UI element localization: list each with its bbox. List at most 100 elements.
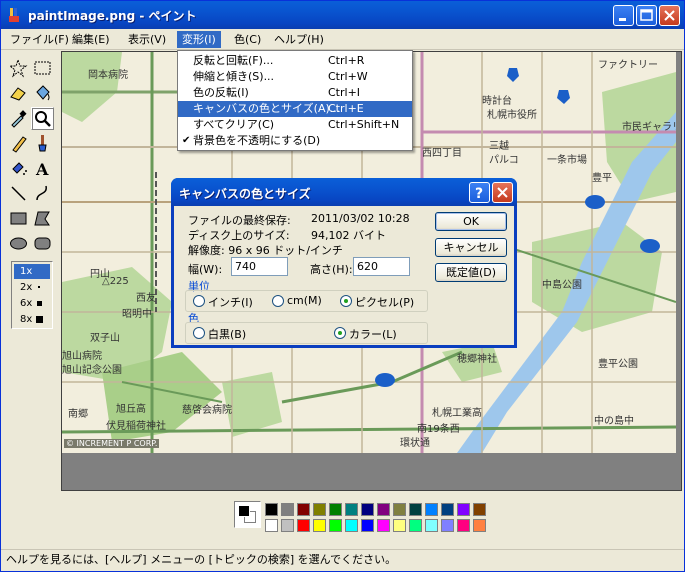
palette-swatch[interactable] xyxy=(425,519,438,532)
color-color-radio[interactable] xyxy=(334,327,346,339)
curve-tool[interactable] xyxy=(31,182,54,205)
map-label: 南郷 xyxy=(68,409,88,420)
color-bw-radio[interactable] xyxy=(193,327,205,339)
magnifier-tool[interactable] xyxy=(31,107,54,130)
menu-canvas-attributes[interactable]: キャンバスの色とサイズ(A)... Ctrl+E xyxy=(178,101,412,117)
palette-swatch[interactable] xyxy=(377,519,390,532)
palette-swatch[interactable] xyxy=(345,519,358,532)
color-bw-label: 白黒(B) xyxy=(208,328,247,341)
default-button[interactable]: 既定値(D) xyxy=(435,263,507,282)
palette-swatch[interactable] xyxy=(297,503,310,516)
palette-swatch[interactable] xyxy=(473,503,486,516)
current-colors[interactable] xyxy=(234,501,261,528)
zoom-1x[interactable]: 1x xyxy=(14,264,50,279)
ok-button[interactable]: OK xyxy=(435,212,507,231)
minimize-icon xyxy=(619,18,626,21)
menu-view[interactable]: 表示(V) xyxy=(123,31,171,48)
palette-swatch[interactable] xyxy=(361,503,374,516)
menu-draw-opaque[interactable]: ✔ 背景色を不透明にする(D) xyxy=(178,133,412,149)
close-icon xyxy=(497,187,508,198)
palette-swatch[interactable] xyxy=(425,503,438,516)
palette-swatch[interactable] xyxy=(297,519,310,532)
dialog-close-button[interactable] xyxy=(492,182,513,203)
pencil-tool[interactable] xyxy=(7,132,30,155)
palette-swatch[interactable] xyxy=(265,503,278,516)
palette-swatch[interactable] xyxy=(281,519,294,532)
curve-icon xyxy=(36,185,47,201)
menu-colors[interactable]: 色(C) xyxy=(229,31,266,48)
palette-swatch[interactable] xyxy=(393,503,406,516)
width-input[interactable]: 740 xyxy=(231,257,288,276)
zoom-2x[interactable]: 2x xyxy=(14,280,50,295)
svg-text:A: A xyxy=(35,160,49,179)
line-tool[interactable] xyxy=(7,182,30,205)
eraser-icon xyxy=(10,87,26,101)
menu-image[interactable]: 変形(I) xyxy=(177,31,221,48)
palette-swatch[interactable] xyxy=(345,503,358,516)
polygon-tool[interactable] xyxy=(31,207,54,230)
color-picker-tool[interactable] xyxy=(7,107,30,130)
dialog-title-bar[interactable]: キャンバスの色とサイズ ? xyxy=(171,178,517,206)
free-select-tool[interactable] xyxy=(7,57,30,80)
text-tool[interactable]: A xyxy=(31,157,54,180)
cancel-button[interactable]: キャンセル xyxy=(435,238,507,257)
unit-pixel-radio[interactable] xyxy=(340,295,352,307)
minimize-button[interactable] xyxy=(613,5,634,26)
palette-swatch[interactable] xyxy=(377,503,390,516)
unit-group: インチ(I) cm(M) ピクセル(P) xyxy=(185,290,428,312)
menu-invert-colors[interactable]: 色の反転(I) Ctrl+I xyxy=(178,85,412,101)
map-label: 南19条西 xyxy=(417,424,460,435)
checkmark-icon: ✔ xyxy=(182,135,191,146)
rect-select-tool[interactable] xyxy=(31,57,54,80)
fill-tool[interactable] xyxy=(31,82,54,105)
zoom-6x[interactable]: 6x xyxy=(14,296,50,311)
airbrush-tool[interactable] xyxy=(7,157,30,180)
palette-swatch[interactable] xyxy=(441,503,454,516)
map-label: △225 xyxy=(102,276,129,287)
map-label: 市民ギャラリ xyxy=(622,122,676,133)
rounded-rect-tool[interactable] xyxy=(31,232,54,255)
palette-swatch[interactable] xyxy=(313,503,326,516)
palette-swatch[interactable] xyxy=(281,503,294,516)
eraser-tool[interactable] xyxy=(7,82,30,105)
map-label: 豊平 xyxy=(592,173,612,184)
menu-edit[interactable]: 編集(E) xyxy=(67,31,115,48)
palette-swatch[interactable] xyxy=(457,503,470,516)
menu-help[interactable]: ヘルプ(H) xyxy=(269,31,329,48)
dialog-help-button[interactable]: ? xyxy=(469,182,490,203)
palette-swatch[interactable] xyxy=(457,519,470,532)
palette-swatch[interactable] xyxy=(441,519,454,532)
map-label: 岡本病院 xyxy=(88,70,128,81)
unit-pixel-label: ピクセル(P) xyxy=(355,296,415,309)
map-label: 札幌工業高 xyxy=(432,408,482,419)
unit-inch-radio[interactable] xyxy=(193,295,205,307)
map-label: 双子山 xyxy=(90,333,120,344)
palette-swatch[interactable] xyxy=(313,519,326,532)
zoom-8x[interactable]: 8x xyxy=(14,312,50,327)
height-input[interactable]: 620 xyxy=(353,257,410,276)
map-label: 慈啓会病院 xyxy=(182,405,232,416)
menu-clear-image[interactable]: すべてクリア(C) Ctrl+Shift+N xyxy=(178,117,412,133)
rounded-rectangle-icon xyxy=(34,237,51,250)
menu-file[interactable]: ファイル(F) xyxy=(5,31,74,48)
menu-flip-rotate[interactable]: 反転と回転(F)... Ctrl+R xyxy=(178,53,412,69)
ellipse-tool[interactable] xyxy=(7,232,30,255)
unit-cm-radio[interactable] xyxy=(272,295,284,307)
menu-stretch-skew[interactable]: 伸縮と傾き(S)... Ctrl+W xyxy=(178,69,412,85)
palette-swatch[interactable] xyxy=(361,519,374,532)
brush-tool[interactable] xyxy=(31,132,54,155)
palette-swatch[interactable] xyxy=(409,519,422,532)
palette-swatch[interactable] xyxy=(329,503,342,516)
map-label: 中島公園 xyxy=(542,280,582,291)
palette-swatch[interactable] xyxy=(265,519,278,532)
close-button[interactable] xyxy=(659,5,680,26)
maximize-button[interactable] xyxy=(636,5,657,26)
title-bar[interactable]: paintImage.png - ペイント xyxy=(1,1,684,29)
palette-swatch[interactable] xyxy=(409,503,422,516)
map-label: 三越 xyxy=(489,141,509,152)
rectangle-tool[interactable] xyxy=(7,207,30,230)
palette-swatch[interactable] xyxy=(393,519,406,532)
map-label: 穂郷神社 xyxy=(457,354,497,365)
palette-swatch[interactable] xyxy=(473,519,486,532)
palette-swatch[interactable] xyxy=(329,519,342,532)
